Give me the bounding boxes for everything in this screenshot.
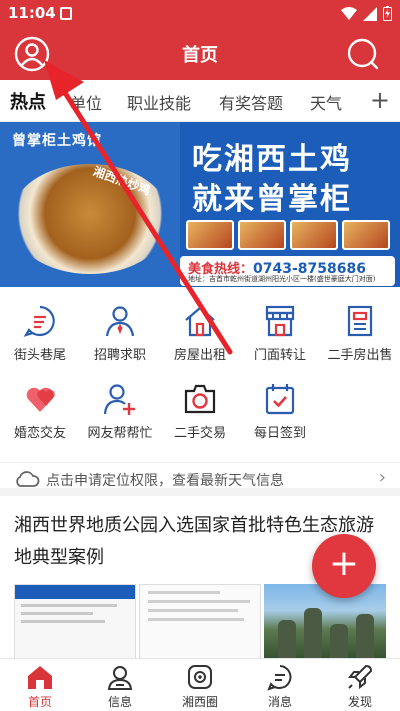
thumbnail-header [15,585,135,599]
banner-brand: 曾掌柜土鸡馆 [12,133,102,149]
house-icon [185,306,215,337]
search-button[interactable] [346,37,380,71]
person-plus-icon [103,384,135,415]
service-grid: 街头巷尾 招聘求职 房屋出租 门面转让 二手房出售 婚恋交友 网友帮帮忙 二手交… [0,296,400,456]
top-app-bar: 首页 [0,28,400,80]
bottom-navigation: 首页 信息 湘西圈 消息 发现 [0,658,400,711]
nav-label: 信息 [107,695,132,709]
info-person-icon [107,666,133,690]
nav-label: 湘西圈 [181,695,218,709]
nav-home[interactable]: 首页 [0,661,80,710]
dish-thumbnail [186,220,234,250]
rock-pillar [278,620,296,660]
grid-item-shop-transfer[interactable]: 门面转让 [240,300,320,372]
wifi-icon [341,6,357,20]
dish-thumbnail [290,220,338,250]
banner-headline-line1: 吃湘西土鸡 [192,142,352,177]
tab-units[interactable]: 单位 [70,90,102,114]
location-permission-notice[interactable]: 点击申请定位权限，查看最新天气信息 › [0,462,400,496]
nav-label: 首页 [27,695,52,709]
grid-item-label: 街头巷尾 [13,348,66,363]
camera-icon [184,384,216,414]
grid-item-dating[interactable]: 婚恋交友 [0,378,80,450]
nav-messages[interactable]: 消息 [240,661,320,710]
thumbnail-line [21,612,93,615]
grid-item-label: 二手交易 [173,426,226,441]
status-bar: 11:04 [0,0,400,28]
tab-prize-quiz[interactable]: 有奖答题 [219,90,283,114]
hearts-icon [26,387,55,412]
rock-pillar [304,608,322,660]
person-tie-icon [105,306,135,337]
thumbnail-line [21,604,117,607]
nav-xiangxi-circle[interactable]: 湘西圈 [160,661,240,710]
nav-discover[interactable]: 发现 [320,661,400,710]
home-icon [28,666,52,689]
rock-pillar [356,614,374,660]
grid-item-label: 婚恋交友 [13,426,66,441]
grid-item-house-rental[interactable]: 房屋出租 [160,300,240,372]
thumbnail-line [148,591,220,594]
add-tab-button[interactable]: + [370,86,390,114]
status-icons [341,6,392,21]
grid-item-label: 房屋出租 [173,348,226,363]
status-time: 11:04 [8,4,56,22]
grid-item-netizen-help[interactable]: 网友帮帮忙 [80,378,160,450]
cloud-icon [16,471,40,487]
dish-thumbnail [342,220,390,250]
search-icon [347,38,379,70]
nav-label: 消息 [267,695,292,709]
grid-item-label: 每日签到 [253,426,306,441]
tab-weather[interactable]: 天气 [310,90,342,114]
battery-icon [383,6,392,21]
grid-item-label: 二手房出售 [327,348,393,363]
circle-community-icon [188,665,212,689]
tab-vocational-skills[interactable]: 职业技能 [127,90,191,114]
nav-label: 发现 [347,695,372,709]
thumbnail-line [21,620,105,623]
grid-item-second-hand-trade[interactable]: 二手交易 [160,378,240,450]
rock-pillar [330,624,348,660]
banner-hotline-box: 美食热线：0743-8758686 地址：吉首市乾州街道湖州阳光小区一楼(盛世豪… [180,256,395,286]
thumbnail-line [148,618,244,621]
grid-item-label: 网友帮帮忙 [87,426,153,441]
dish-thumbnail [238,220,286,250]
app-screen: 11:04 首页 热点 单位 职业技能 有奖答题 天气 + 曾掌柜土鸡馆 湘西热… [0,0,400,711]
rocket-icon [347,664,373,690]
grid-item-street-talk[interactable]: 街头巷尾 [0,300,80,372]
message-icon [267,665,292,691]
nav-info[interactable]: 信息 [80,661,160,710]
notification-app-icon [60,7,72,20]
grid-item-daily-checkin[interactable]: 每日签到 [240,378,320,450]
tab-hot[interactable]: 热点 [10,88,46,114]
signal-icon [363,6,377,21]
banner-ad[interactable]: 曾掌柜土鸡馆 湘西热炒鸡 吃湘西土鸡 就来曾掌柜 美食热线：0743-87586… [0,122,400,287]
grid-item-label: 门面转让 [253,348,306,363]
grid-item-label: 招聘求职 [93,348,146,363]
grid-item-recruitment[interactable]: 招聘求职 [80,300,160,372]
article-thumbnail-document [139,584,261,660]
article-thumbnail-webpage [14,584,136,660]
grid-item-second-hand-house[interactable]: 二手房出售 [320,300,400,372]
banner-headline-line2: 就来曾掌柜 [192,182,352,217]
banner-address: 地址：吉首市乾州街道湖州阳光小区一楼(盛世豪庭大门对面) [188,275,376,283]
article-thumbnail-landscape [264,584,386,660]
notice-text: 点击申请定位权限，查看最新天气信息 [46,473,284,489]
banner-headline: 吃湘西土鸡 就来曾掌柜 [192,140,392,220]
publish-fab-button[interactable]: + [312,534,376,598]
category-tabs: 热点 单位 职业技能 有奖答题 天气 + [0,80,400,122]
page-title: 首页 [182,45,218,66]
building-icon [347,305,373,337]
storefront-icon [265,305,295,337]
thumbnail-line [148,609,238,612]
banner-dish-thumbnails [186,220,390,250]
thumbnail-line [148,600,250,603]
calendar-check-icon [265,384,295,415]
article-thumbnails[interactable] [14,584,386,660]
chat-icon [23,305,55,337]
chevron-right-icon: › [378,467,386,488]
